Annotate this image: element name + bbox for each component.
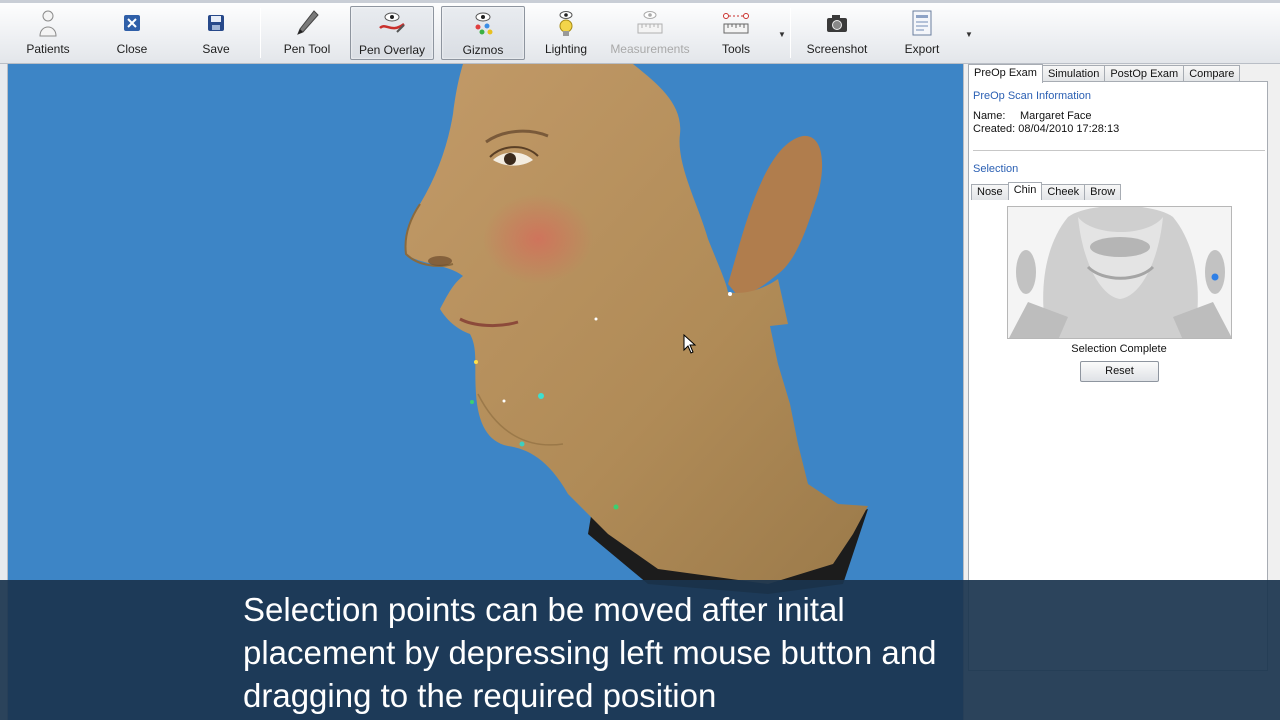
reset-button[interactable]: Reset [1080, 361, 1159, 382]
close-button[interactable]: Close [104, 6, 160, 60]
selection-point[interactable] [538, 393, 544, 399]
measurements-label: Measurements [610, 42, 690, 56]
camera-icon [822, 8, 852, 38]
document-icon [907, 8, 937, 38]
gizmos-eye-icon [468, 9, 498, 39]
subtab-chin[interactable]: Chin [1007, 182, 1043, 200]
selection-tabs: Nose Chin Cheek Brow [971, 182, 1122, 200]
tab-compare[interactable]: Compare [1183, 65, 1241, 82]
floppy-disk-icon [201, 8, 231, 38]
pen-overlay-button[interactable]: Pen Overlay [350, 6, 434, 60]
selection-point[interactable] [728, 292, 732, 296]
tools-label: Tools [721, 42, 750, 56]
tools-ruler-icon [721, 8, 751, 38]
patients-label: Patients [26, 42, 70, 56]
scan-info-title: PreOp Scan Information [973, 90, 1092, 102]
subtab-cheek[interactable]: Cheek [1041, 184, 1086, 200]
pen-tool-label: Pen Tool [283, 42, 331, 56]
tab-preop-exam[interactable]: PreOp Exam [968, 64, 1043, 83]
created-date: 08/04/2010 17:28:13 [1018, 123, 1120, 135]
export-dropdown-arrow-icon[interactable]: ▼ [965, 30, 973, 39]
measurements-button[interactable]: Measurements [610, 6, 690, 60]
pen-overlay-eye-icon [377, 9, 407, 39]
chin-selection-marker [1211, 273, 1219, 281]
lightbulb-eye-icon [551, 8, 581, 38]
gizmos-label: Gizmos [462, 43, 504, 57]
screenshot-button[interactable]: Screenshot [802, 6, 872, 60]
pen-overlay-label: Pen Overlay [358, 43, 426, 57]
lighting-label: Lighting [544, 42, 588, 56]
selection-title: Selection [973, 163, 1019, 175]
exam-tabs: PreOp Exam Simulation PostOp Exam Compar… [968, 64, 1241, 83]
instruction-caption: Selection points can be moved after init… [0, 580, 1280, 720]
selection-point[interactable] [594, 317, 598, 321]
subtab-nose[interactable]: Nose [971, 184, 1009, 200]
caption-line-1: Selection points can be moved after init… [243, 591, 845, 628]
close-x-icon [117, 8, 147, 38]
main-toolbar: Patients Close Save Pen Tool Pen Overlay… [0, 0, 1280, 64]
selection-status: Selection Complete [1071, 343, 1167, 355]
tab-postop-exam[interactable]: PostOp Exam [1104, 65, 1185, 82]
save-label: Save [202, 42, 230, 56]
gizmos-button[interactable]: Gizmos [441, 6, 525, 60]
patients-button[interactable]: Patients [20, 6, 76, 60]
lighting-button[interactable]: Lighting [535, 6, 597, 60]
ruler-eye-icon [635, 8, 665, 38]
pen-icon [292, 8, 322, 38]
selection-point[interactable] [519, 441, 525, 447]
close-label: Close [116, 42, 148, 56]
export-label: Export [904, 42, 940, 56]
section-divider [973, 150, 1265, 151]
selection-point[interactable] [474, 360, 478, 364]
toolbar-separator [790, 8, 791, 58]
name-key: Name: [973, 110, 1006, 122]
caption-text: Selection points can be moved after init… [243, 588, 1063, 717]
selection-point[interactable] [502, 399, 506, 403]
tab-simulation[interactable]: Simulation [1041, 65, 1106, 82]
mouse-cursor-icon [683, 334, 697, 354]
tools-dropdown-arrow-icon[interactable]: ▼ [778, 30, 786, 39]
save-button[interactable]: Save [188, 6, 244, 60]
patient-name: Margaret Face [1020, 110, 1092, 122]
person-icon [33, 8, 63, 38]
selection-point[interactable] [470, 400, 474, 404]
chin-reference-image [1007, 206, 1232, 339]
subtab-brow[interactable]: Brow [1084, 184, 1122, 200]
toolbar-separator [260, 8, 261, 58]
pen-tool-button[interactable]: Pen Tool [276, 6, 338, 60]
export-button[interactable]: Export [894, 6, 950, 60]
caption-line-2: placement by depressing left mouse butto… [243, 634, 937, 671]
caption-line-3: dragging to the required position [243, 677, 717, 714]
patient-name-row: Name: Margaret Face [973, 110, 1092, 122]
created-row: Created: 08/04/2010 17:28:13 [973, 123, 1119, 135]
created-key: Created: [973, 123, 1016, 135]
tools-button[interactable]: Tools [705, 6, 767, 60]
screenshot-label: Screenshot [806, 42, 868, 56]
selection-point[interactable] [613, 504, 619, 510]
